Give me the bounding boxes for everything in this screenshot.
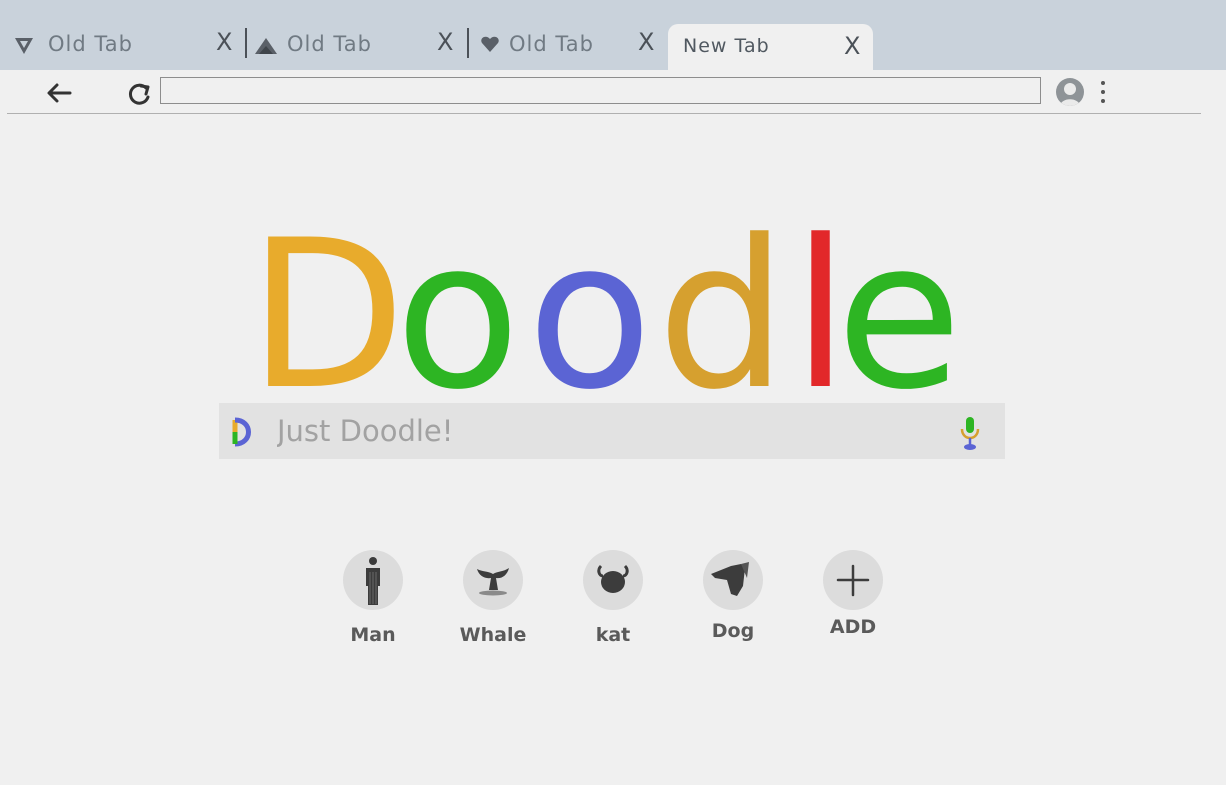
back-button[interactable] [42,75,78,111]
cat-icon [597,564,629,593]
toolbar-divider [7,113,1201,114]
toolbar [0,70,1226,114]
logo-letter: D [248,197,406,435]
shortcut-whale[interactable]: Whale [448,550,538,660]
tab-label: New Tab [683,35,770,57]
vertical-dots-icon [1101,81,1105,103]
shortcut-icon-circle [463,550,523,610]
logo-letter: o [527,197,653,435]
doodle-d-icon [231,417,255,447]
shortcut-icon-circle [823,550,883,610]
doodle-logo: D o o d l e [0,200,1226,419]
tab-separator [245,28,247,58]
mountain-icon [254,34,277,56]
search-box[interactable] [219,403,1005,459]
heart-icon [480,34,502,56]
logo-letter: o [395,197,521,435]
shortcut-icon-circle [703,550,763,610]
whale-tail-icon [477,568,509,596]
tab-old-2[interactable]: Old Tab X [250,24,465,70]
man-icon [366,557,380,605]
shortcut-label: kat [595,624,631,646]
back-arrow-icon [47,83,72,103]
dog-icon [711,562,749,596]
shortcut-dog[interactable]: Dog [688,550,778,660]
menu-button[interactable] [1094,78,1112,108]
tab-label: Old Tab [509,32,594,56]
shortcut-label: Dog [711,620,755,642]
tab-label: Old Tab [48,32,133,56]
shortcut-label: ADD [829,616,877,638]
shortcut-label: Whale [459,624,527,646]
tab-old-1[interactable]: Old Tab X [0,24,240,70]
shortcut-add[interactable]: ADD [808,550,898,660]
shortcut-icon-circle [583,550,643,610]
tab-close-button[interactable]: X [437,28,453,56]
tab-label: Old Tab [287,32,372,56]
tab-old-3[interactable]: Old Tab X [472,24,664,70]
tab-separator [467,28,469,58]
shortcut-kat[interactable]: kat [568,550,658,660]
reload-icon [128,83,150,105]
search-input[interactable] [277,411,937,451]
shortcut-icon-circle [343,550,403,610]
reload-button[interactable] [124,75,158,111]
logo-letter: d [657,197,788,435]
logo-letter: e [836,197,963,435]
tab-close-button[interactable]: X [216,28,232,56]
tab-close-button[interactable]: X [638,28,654,56]
tab-strip: Old Tab X Old Tab X Old Tab X New Tab X [0,0,1226,70]
microphone-icon[interactable] [959,415,981,451]
avatar-icon[interactable] [1056,78,1084,106]
tab-close-button[interactable]: X [844,32,860,60]
plus-icon [836,564,870,597]
tab-new[interactable]: New Tab X [668,24,873,70]
shortcut-label: Man [350,624,396,646]
shield-icon [13,34,35,56]
shortcut-man[interactable]: Man [328,550,418,660]
address-bar[interactable] [160,77,1041,104]
